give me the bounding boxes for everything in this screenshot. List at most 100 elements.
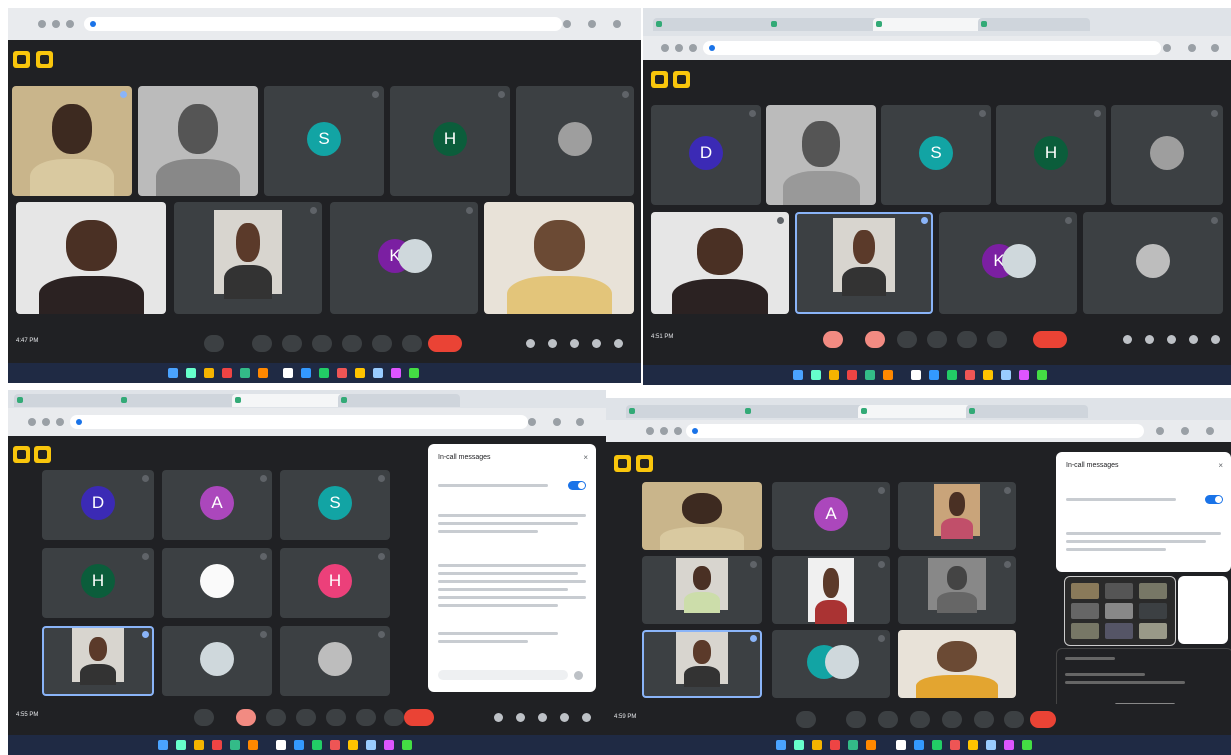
reload-icon[interactable] — [66, 20, 74, 28]
taskbar-app-icon[interactable] — [194, 740, 204, 750]
taskbar-app-icon[interactable] — [830, 740, 840, 750]
taskbar-app-icon[interactable] — [176, 740, 186, 750]
mic-icon[interactable] — [823, 331, 843, 348]
camera-icon[interactable] — [266, 709, 286, 726]
taskbar-app-icon[interactable] — [312, 740, 322, 750]
forward-icon[interactable] — [675, 44, 683, 52]
allow-messages-toggle[interactable] — [568, 481, 586, 490]
participant-tile[interactable]: H — [280, 548, 390, 618]
participant-tile[interactable] — [642, 556, 762, 624]
taskbar-app-icon[interactable] — [848, 740, 858, 750]
participant-tile-pinned[interactable] — [795, 212, 933, 314]
back-icon[interactable] — [661, 44, 669, 52]
taskbar-app-icon[interactable] — [230, 740, 240, 750]
extension-icon[interactable] — [1156, 427, 1164, 435]
participant-tile[interactable] — [1111, 105, 1223, 205]
participant-tile[interactable] — [162, 626, 272, 696]
participant-tile[interactable] — [516, 86, 634, 196]
browser-tab[interactable] — [626, 405, 748, 418]
present-icon[interactable] — [957, 331, 977, 348]
taskbar-app-icon[interactable] — [1019, 370, 1029, 380]
taskbar-app-icon[interactable] — [384, 740, 394, 750]
present-icon[interactable] — [974, 711, 994, 728]
participant-tile[interactable] — [162, 548, 272, 618]
participant-tile[interactable] — [898, 556, 1016, 624]
participant-tile[interactable]: K — [939, 212, 1077, 314]
reload-icon[interactable] — [56, 418, 64, 426]
taskbar-app-icon[interactable] — [409, 368, 419, 378]
taskbar-app-icon[interactable] — [222, 368, 232, 378]
raise-hand-icon[interactable] — [927, 331, 947, 348]
browser-tab[interactable] — [653, 18, 775, 31]
send-icon[interactable] — [574, 671, 583, 680]
more-options-icon[interactable] — [1004, 711, 1024, 728]
browser-tab[interactable] — [14, 394, 126, 407]
raise-hand-icon[interactable] — [342, 335, 362, 352]
participant-tile[interactable]: D — [42, 470, 154, 540]
taskbar-app-icon[interactable] — [914, 740, 924, 750]
browser-tab[interactable] — [858, 405, 970, 418]
more-options-icon[interactable] — [987, 331, 1007, 348]
participant-tile[interactable] — [772, 630, 890, 698]
participant-tile[interactable] — [280, 626, 390, 696]
taskbar-app-icon[interactable] — [301, 368, 311, 378]
taskbar-app-icon[interactable] — [366, 740, 376, 750]
extension-icon[interactable] — [1163, 44, 1171, 52]
taskbar-app-icon[interactable] — [932, 740, 942, 750]
taskbar-app-icon[interactable] — [883, 370, 893, 380]
taskbar-app-icon[interactable] — [794, 740, 804, 750]
participant-tile[interactable] — [174, 202, 322, 314]
captions-icon[interactable] — [312, 335, 332, 352]
menu-icon[interactable] — [1206, 427, 1214, 435]
profile-icon[interactable] — [1181, 427, 1189, 435]
more-options-icon[interactable] — [384, 709, 404, 726]
taskbar-app-icon[interactable] — [186, 368, 196, 378]
browser-tab[interactable] — [768, 18, 880, 31]
browser-tab[interactable] — [232, 394, 344, 407]
close-icon[interactable]: × — [1218, 461, 1223, 470]
more-options-icon[interactable] — [402, 335, 422, 352]
participant-tile[interactable] — [772, 556, 890, 624]
windows-start-icon[interactable] — [168, 368, 178, 378]
activities-icon[interactable] — [560, 713, 569, 722]
taskbar-app-icon[interactable] — [829, 370, 839, 380]
raise-hand-icon[interactable] — [942, 711, 962, 728]
extension-icon[interactable] — [528, 418, 536, 426]
reload-icon[interactable] — [674, 427, 682, 435]
participant-tile[interactable]: S — [881, 105, 991, 205]
mic-icon[interactable] — [252, 335, 272, 352]
participant-tile[interactable]: K — [330, 202, 478, 314]
participant-tile[interactable]: A — [162, 470, 272, 540]
windows-start-icon[interactable] — [776, 740, 786, 750]
taskbar-app-icon[interactable] — [294, 740, 304, 750]
taskbar-app-icon[interactable] — [986, 740, 996, 750]
forward-icon[interactable] — [660, 427, 668, 435]
more-icon[interactable] — [796, 711, 816, 728]
back-icon[interactable] — [646, 427, 654, 435]
mic-icon[interactable] — [236, 709, 256, 726]
chat-icon[interactable] — [570, 339, 579, 348]
taskbar-app-icon[interactable] — [911, 370, 921, 380]
present-icon[interactable] — [356, 709, 376, 726]
message-input[interactable] — [438, 670, 568, 680]
back-icon[interactable] — [28, 418, 36, 426]
participant-tile[interactable]: H — [390, 86, 510, 196]
camera-icon[interactable] — [865, 331, 885, 348]
people-icon[interactable] — [1145, 335, 1154, 344]
taskbar-app-icon[interactable] — [373, 368, 383, 378]
taskbar-app-icon[interactable] — [319, 368, 329, 378]
participant-tile[interactable] — [16, 202, 166, 314]
participant-tile[interactable] — [898, 630, 1016, 698]
taskbar-app-icon[interactable] — [812, 740, 822, 750]
taskbar-app-icon[interactable] — [896, 740, 906, 750]
mic-icon[interactable] — [846, 711, 866, 728]
close-icon[interactable]: × — [583, 453, 588, 462]
taskbar-app-icon[interactable] — [847, 370, 857, 380]
participant-tile[interactable] — [138, 86, 258, 196]
windows-start-icon[interactable] — [793, 370, 803, 380]
back-icon[interactable] — [38, 20, 46, 28]
chat-icon[interactable] — [538, 713, 547, 722]
raise-hand-icon[interactable] — [326, 709, 346, 726]
participant-tile[interactable] — [651, 212, 789, 314]
end-call-icon[interactable] — [404, 709, 434, 726]
